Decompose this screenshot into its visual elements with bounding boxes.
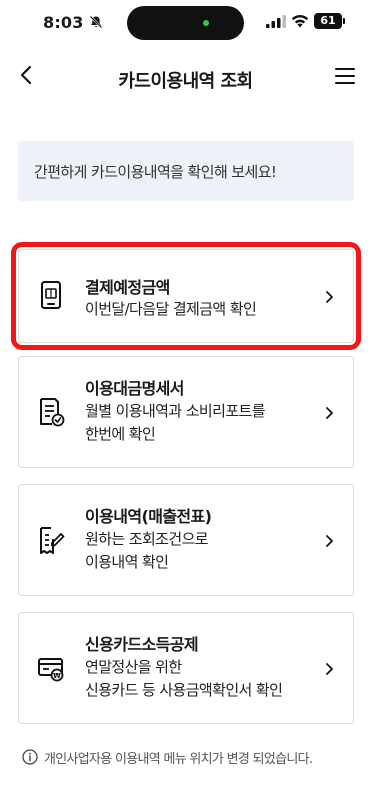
footer-text: 개인사업자용 이용내역 메뉴 위치가 변경 되었습니다. [44,752,313,767]
card-usage-history[interactable]: 이용내역(매출전표) 원하는 조회조건으로 이용내역 확인 [18,484,354,596]
page-title: 카드이용내역 조회 [118,71,253,92]
card-desc: 신용카드 등 사용금액확인서 확인 [85,681,283,699]
card-desc: 이번달/다음달 결제금액 확인 [85,300,257,318]
card-statement[interactable]: 이용대금명세서 월별 이용내역과 소비리포트를 한번에 확인 [18,356,354,468]
card-title: 이용내역(매출전표) [85,507,212,526]
bell-off-icon [89,15,103,29]
chevron-right-icon [326,535,333,547]
footer-note: 개인사업자용 이용내역 메뉴 위치가 변경 되었습니다. [22,747,362,769]
card-payment-due[interactable]: 결제예정금액 이번달/다음달 결제금액 확인 [11,242,361,350]
card-title: 신용카드소득공제 [85,635,199,654]
card-title: 이용대금명세서 [85,379,184,398]
receipt-edit-icon [40,527,65,554]
status-bar: 8:03 61 [0,0,371,44]
dynamic-island [127,6,244,40]
chevron-right-icon [326,291,333,303]
info-banner: 간편하게 카드이용내역을 확인해 보세요! [18,141,354,201]
card-desc: 연말정산을 위한 [85,658,182,676]
statement-check-icon [40,398,65,427]
card-desc: 이용내역 확인 [85,553,169,571]
info-icon [22,749,38,765]
card-desc: 한번에 확인 [85,425,156,443]
signal-icon [266,15,286,28]
chevron-right-icon [326,663,333,675]
battery-icon: 61 [314,13,345,29]
wifi-icon [291,15,309,28]
mobile-payment-icon [41,281,61,309]
svg-text:₩: ₩ [53,672,61,680]
banner-text: 간편하게 카드이용내역을 확인해 보세요! [34,163,277,181]
status-time: 8:03 [43,13,84,32]
camera-indicator-icon [203,20,209,26]
card-deduction-icon: ₩ [38,658,64,682]
card-desc: 월별 이용내역과 소비리포트를 [85,402,266,420]
card-income-deduction[interactable]: ₩ 신용카드소득공제 연말정산을 위한 신용카드 등 사용금액확인서 확인 [18,612,354,724]
card-desc: 원하는 조회조건으로 [85,530,209,548]
menu-button[interactable] [334,66,356,86]
chevron-right-icon [326,407,333,419]
card-title: 결제예정금액 [85,278,170,297]
